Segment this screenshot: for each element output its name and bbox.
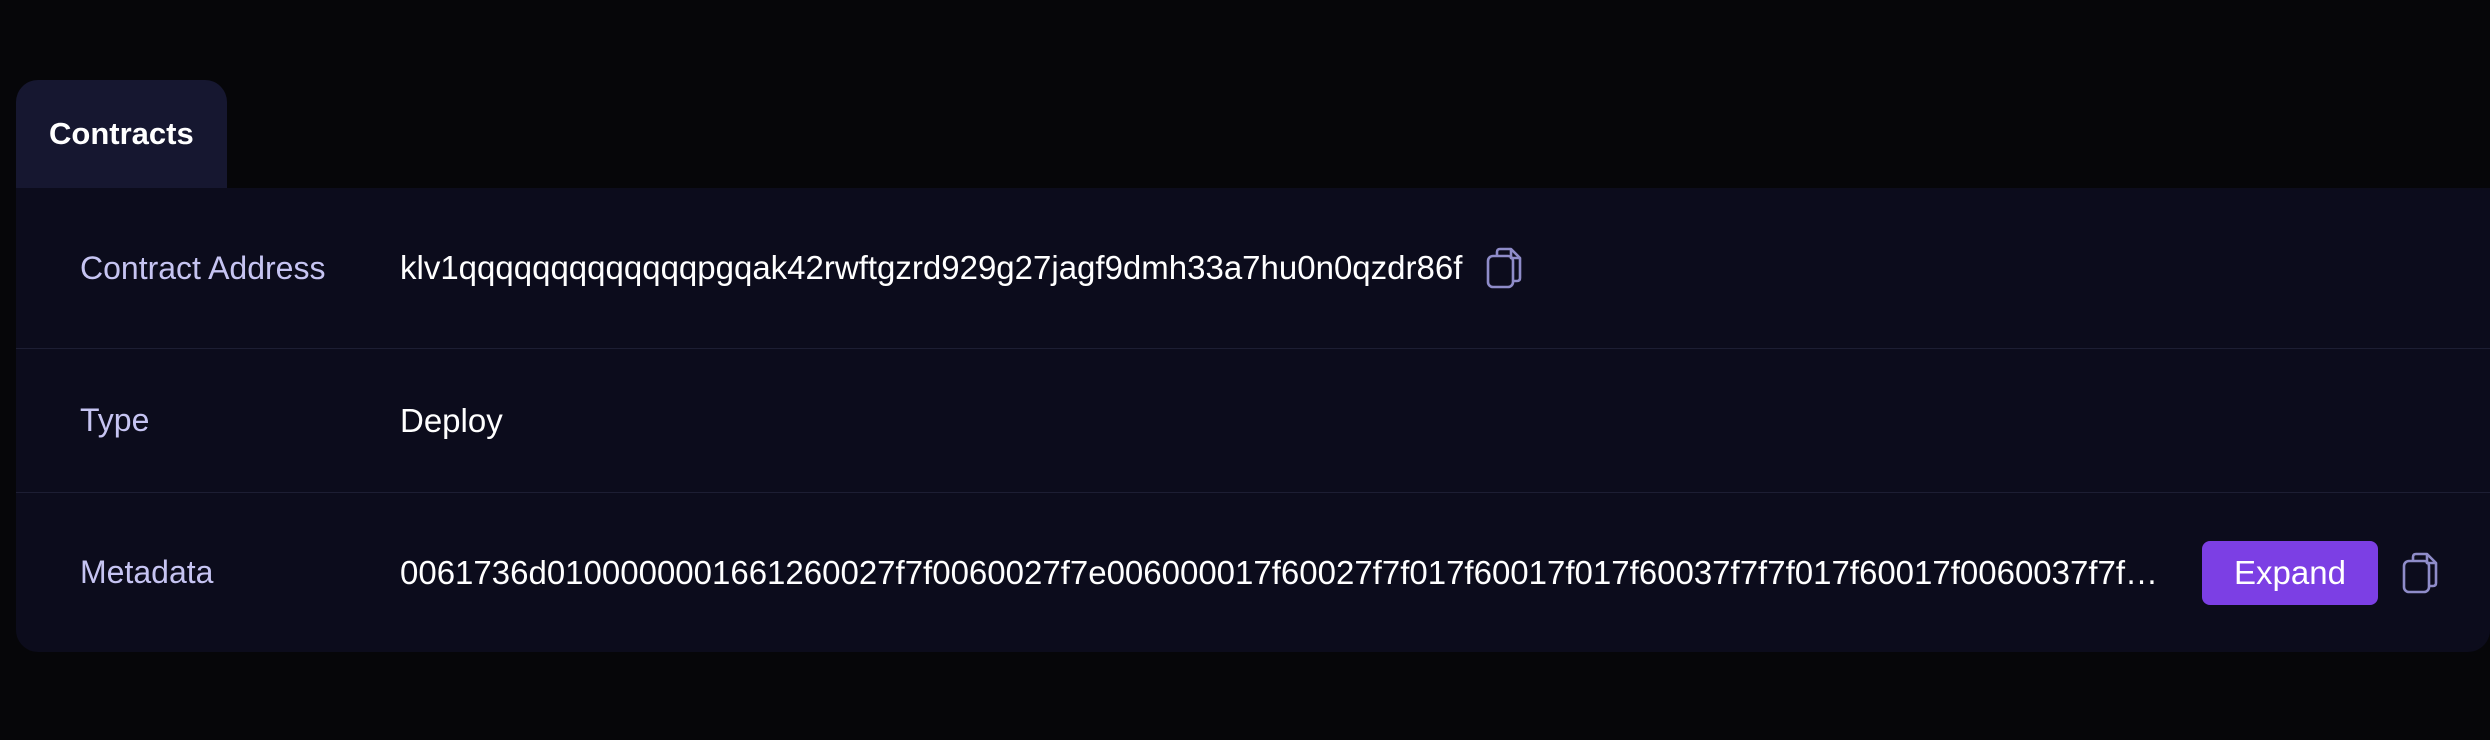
type-label: Type (80, 402, 150, 438)
contract-details-panel: Contract Address klv1qqqqqqqqqqqqqpgqak4… (16, 188, 2490, 652)
copy-icon[interactable] (2400, 551, 2440, 595)
type-row: Type Deploy (16, 349, 2490, 493)
expand-button[interactable]: Expand (2202, 540, 2378, 605)
copy-icon[interactable] (1484, 246, 1524, 290)
metadata-value: 0061736d0100000001661260027f7f0060027f7e… (400, 553, 2159, 591)
contracts-section: Contracts Contract Address klv1qqqqqqqqq… (16, 80, 2490, 652)
contract-address-row: Contract Address klv1qqqqqqqqqqqqqpgqak4… (16, 188, 2490, 349)
metadata-row: Metadata 0061736d0100000001661260027f7f0… (16, 493, 2490, 652)
type-value: Deploy (400, 401, 503, 439)
metadata-label: Metadata (80, 554, 214, 590)
contract-address-label: Contract Address (80, 249, 326, 286)
tab-contracts[interactable]: Contracts (16, 80, 227, 188)
contract-address-value: klv1qqqqqqqqqqqqqpgqak42rwftgzrd929g27ja… (400, 249, 1463, 286)
